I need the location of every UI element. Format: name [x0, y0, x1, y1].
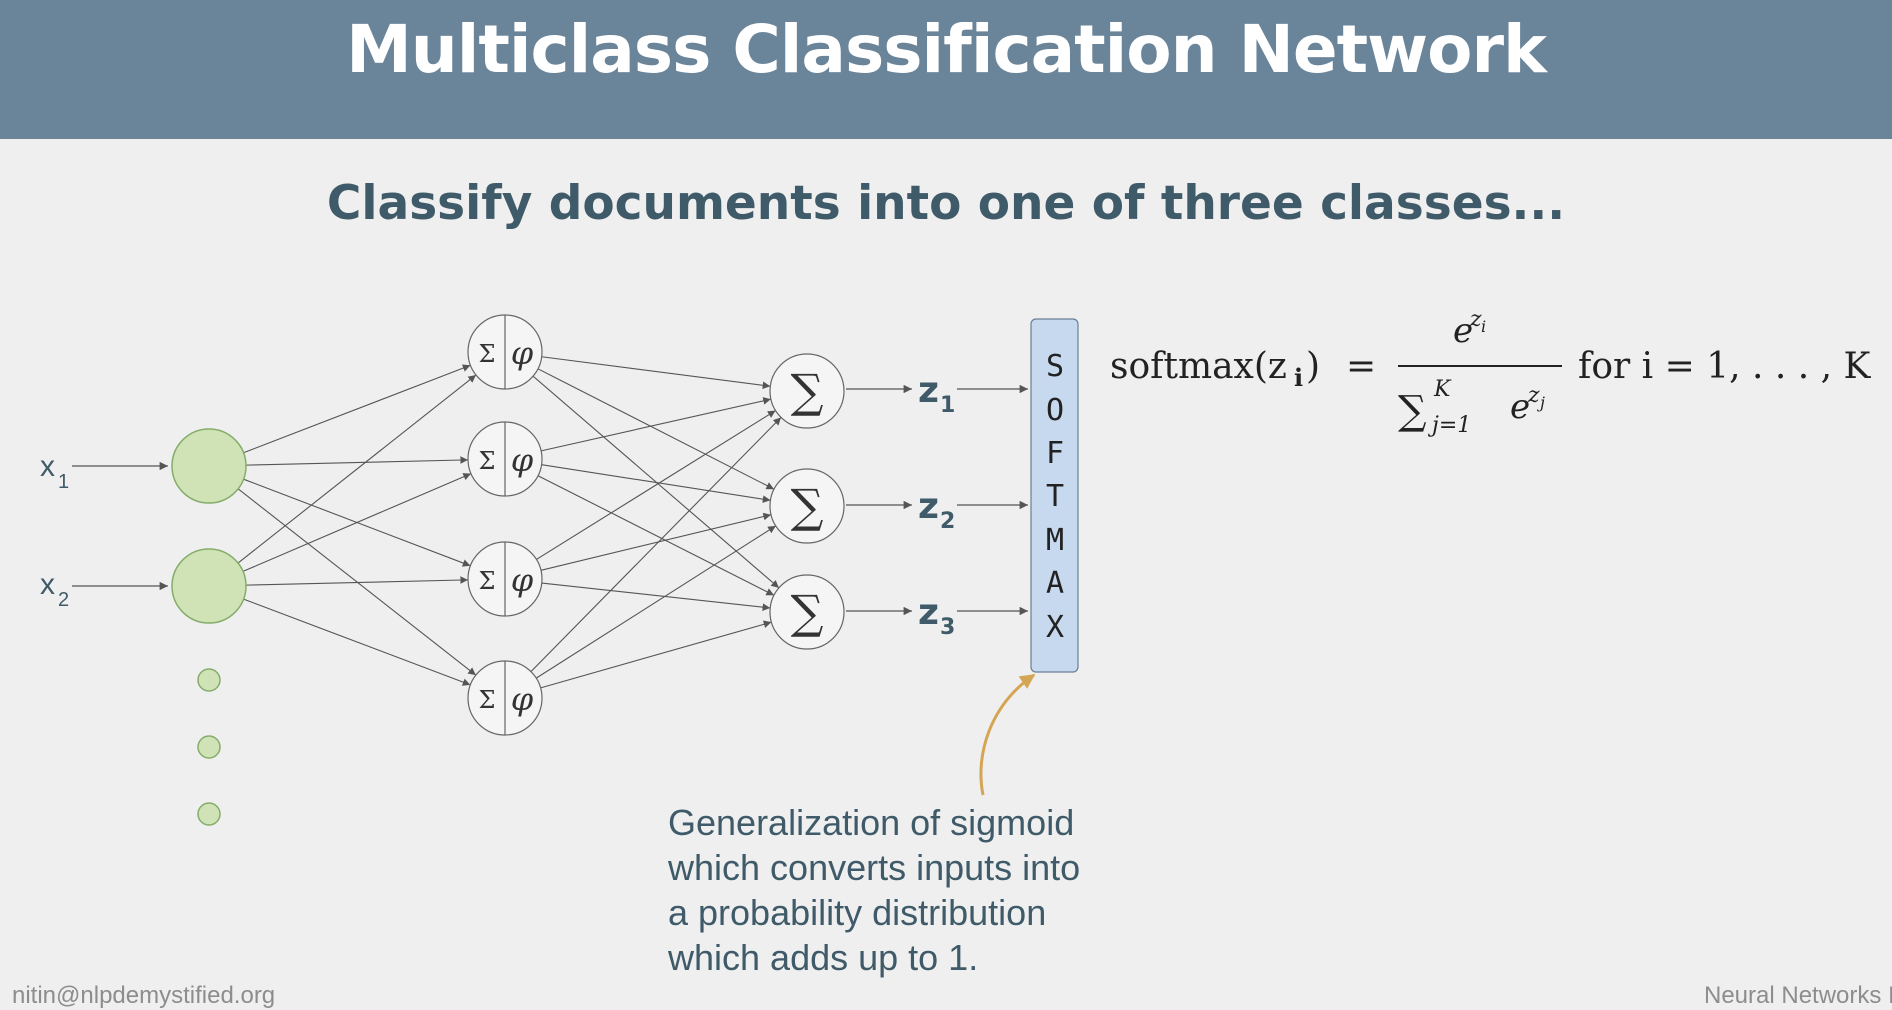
output-label-1: z 1	[846, 370, 1028, 418]
hidden-output-edge	[540, 512, 772, 571]
output-node-2: ∑	[769, 468, 845, 544]
svg-text:j=1: j=1	[1427, 413, 1471, 438]
softmax-box: S O F T M A X	[1030, 318, 1079, 673]
svg-text:∑: ∑	[791, 585, 824, 639]
hidden-output-edge	[537, 475, 775, 596]
hidden-node-4: Σ φ	[467, 660, 543, 736]
hidden-output-edge	[537, 368, 775, 490]
svg-text:∑: ∑	[791, 364, 824, 418]
svg-text:z: z	[918, 592, 939, 633]
annotation-arrow	[979, 673, 1036, 796]
softmax-formula: softmax(z i ) = e z i ∑ K j=1 e z j for …	[1110, 307, 1872, 438]
hidden-output-edge	[536, 410, 776, 560]
svg-text:x: x	[40, 450, 55, 483]
hidden-output-edge	[540, 397, 772, 452]
connection-lines	[237, 356, 782, 689]
svg-text:O: O	[1046, 393, 1064, 428]
footer-email: nitin@nlpdemystified.org	[12, 982, 276, 1009]
svg-text:i: i	[1481, 317, 1486, 336]
svg-text:K: K	[1433, 377, 1452, 402]
svg-text:softmax(z: softmax(z	[1110, 346, 1287, 387]
output-label-3: z 3	[846, 592, 1028, 640]
input-hidden-edge	[242, 473, 472, 572]
ellipsis-dot	[197, 802, 221, 826]
svg-text:2: 2	[940, 509, 955, 534]
output-node-1: ∑	[769, 353, 845, 429]
svg-text:Σ: Σ	[479, 340, 496, 368]
svg-text:M: M	[1046, 523, 1064, 558]
svg-text:z: z	[918, 370, 939, 411]
svg-text:∑: ∑	[1398, 388, 1427, 434]
input-hidden-edge	[237, 374, 477, 564]
ellipsis-dot	[197, 735, 221, 759]
svg-text:∑: ∑	[791, 479, 824, 533]
svg-text:i: i	[1294, 363, 1303, 392]
svg-text:z: z	[918, 486, 939, 527]
ellipsis-dot	[197, 668, 221, 692]
svg-text:): )	[1306, 346, 1320, 387]
svg-text:φ: φ	[511, 561, 534, 599]
annotation-line: Generalization of sigmoid	[668, 802, 1075, 843]
input-node-1	[171, 428, 247, 504]
hidden-output-edge	[541, 356, 771, 390]
annotation-line: which converts inputs into	[668, 847, 1081, 888]
svg-text:X: X	[1046, 610, 1064, 645]
svg-text:T: T	[1046, 479, 1064, 514]
footer-section: Neural Networks I	[1704, 982, 1892, 1009]
hidden-output-edge	[541, 582, 771, 611]
annotation-line: which adds up to 1.	[668, 937, 979, 978]
input-hidden-edge	[243, 598, 471, 686]
svg-text:x: x	[40, 568, 55, 601]
hidden-node-3: Σ φ	[467, 541, 543, 617]
input-label-1: x 1	[40, 450, 168, 493]
svg-text:Σ: Σ	[479, 686, 496, 714]
svg-text:Σ: Σ	[479, 567, 496, 595]
svg-text:S: S	[1046, 349, 1064, 384]
svg-text:A: A	[1046, 566, 1064, 601]
svg-text:φ: φ	[511, 334, 534, 372]
svg-text:2: 2	[58, 589, 69, 611]
svg-text:F: F	[1046, 436, 1064, 471]
input-hidden-edge	[243, 364, 471, 454]
output-node-3: ∑	[769, 574, 845, 650]
hidden-output-edge	[540, 620, 772, 689]
svg-text:φ: φ	[511, 680, 534, 718]
hidden-node-1: Σ φ	[467, 314, 543, 390]
svg-text:φ: φ	[511, 441, 534, 479]
softmax-annotation: Generalization of sigmoid which converts…	[668, 800, 1188, 980]
hidden-node-2: Σ φ	[467, 421, 543, 497]
svg-text:for i = 1, . . . , K: for i = 1, . . . , K	[1578, 346, 1872, 387]
svg-text:=: =	[1346, 346, 1376, 387]
input-node-2	[171, 548, 247, 624]
svg-text:1: 1	[940, 393, 955, 418]
input-label-2: x 2	[40, 568, 168, 611]
svg-text:Σ: Σ	[479, 447, 496, 475]
svg-text:z: z	[1527, 383, 1540, 408]
svg-text:3: 3	[940, 615, 955, 640]
output-label-2: z 2	[846, 486, 1028, 534]
hidden-output-edge	[530, 416, 782, 673]
svg-text:1: 1	[58, 471, 69, 493]
input-hidden-edge	[245, 576, 469, 586]
input-hidden-edge	[245, 456, 469, 466]
annotation-line: a probability distribution	[668, 892, 1047, 933]
